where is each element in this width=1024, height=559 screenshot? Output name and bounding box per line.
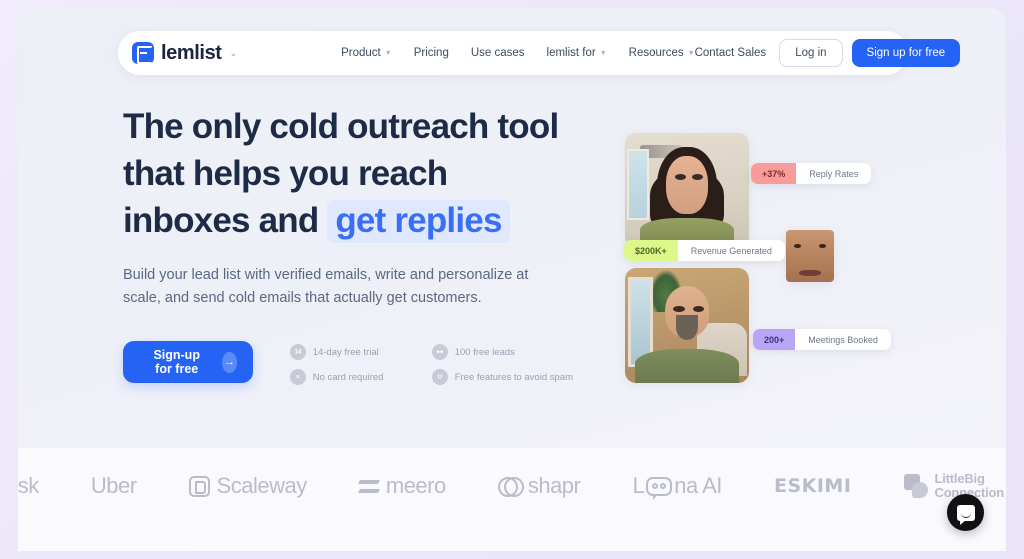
logo-uber: Uber [91, 473, 137, 499]
stat-badge-label: Revenue Generated [690, 245, 772, 256]
stat-badge-label: Meetings Booked [808, 334, 878, 345]
feature-item-antispam: U Free features to avoid spam [431, 369, 573, 385]
leena-bubble-icon [646, 476, 673, 500]
brand-logo[interactable]: lemlist ⌄ [132, 42, 237, 65]
meero-mark-icon [359, 479, 379, 494]
feature-label: 100 free leads [454, 346, 515, 358]
stat-badge-revenue: $200K+ Revenue Generated [624, 240, 785, 261]
logo-zendesk: esk [18, 473, 39, 499]
shield-icon: U [431, 369, 448, 385]
status-badge: 200+ [753, 329, 796, 350]
logo-eskimi: ESKIMI [774, 475, 851, 497]
signup-cta-label: Sign-up for free [153, 348, 200, 376]
hero-cta-row: Sign-up for free → 14 14-day free trial … [123, 341, 573, 385]
nav-item-lemlist-for[interactable]: lemlist for ▼ [547, 47, 607, 59]
logo-littlebig-line1: LittleBig [934, 471, 985, 486]
calendar-icon: 14 [289, 344, 306, 360]
logo-meero: meero [359, 473, 446, 499]
logo-scaleway: Scaleway [188, 473, 308, 499]
nav-item-resources-label: Resources [628, 47, 684, 59]
card-icon: ≡ [289, 369, 306, 385]
shapr-mark-icon [497, 476, 524, 497]
chevron-down-icon: ▼ [687, 49, 695, 57]
feature-label: No card required [312, 371, 384, 383]
hero-media-column: +37% Reply Rates $200K+ Revenue Generate… [603, 126, 933, 386]
contact-sales-link[interactable]: Contact Sales [695, 47, 767, 59]
page-title: The only cold outreach tool that helps y… [123, 103, 573, 244]
logo-eskimi-label: ESKIMI [773, 475, 852, 497]
nav-item-pricing[interactable]: Pricing [414, 47, 449, 59]
feature-label: Free features to avoid spam [454, 371, 573, 383]
logo-scaleway-label: Scaleway [216, 473, 308, 498]
customer-logos: esk Uber Scaleway meero shapr L [18, 472, 1006, 500]
headline-highlight: get replies [327, 200, 510, 243]
nav-item-product-label: Product [341, 47, 381, 59]
status-badge: +37% [751, 163, 797, 184]
nav-links: Product ▼ Pricing Use cases lemlist for … [341, 47, 694, 59]
stat-badge-meetings: 200+ Meetings Booked [753, 329, 891, 350]
chevron-down-icon: ▼ [384, 49, 392, 57]
testimonial-video-thumbnail-1[interactable] [625, 133, 749, 248]
feature-item-leads: ●● 100 free leads [431, 344, 573, 360]
logo-shapr-label: shapr [527, 473, 581, 498]
arrow-right-icon: → [222, 351, 237, 373]
testimonial-video-thumbnail-2[interactable] [625, 268, 749, 383]
browser-page-frame: lemlist ⌄ Product ▼ Pricing Use cases le… [0, 0, 1024, 559]
nav-actions: Contact Sales Log in Sign up for free [695, 39, 961, 67]
stat-badge-label: Reply Rates [809, 168, 859, 179]
hero-feature-list: 14 14-day free trial ●● 100 free leads ≡… [289, 341, 573, 385]
hero-subheading: Build your lead list with verified email… [123, 267, 529, 306]
logo-leena-label: na AI [674, 473, 722, 498]
logo-zendesk-label: esk [18, 473, 39, 498]
feature-label: 14-day free trial [312, 346, 379, 358]
nav-item-use-cases-label: Use cases [470, 47, 525, 59]
lemlist-logo-icon [132, 42, 154, 64]
logo-uber-label: Uber [90, 473, 137, 498]
signup-button[interactable]: Sign up for free [851, 39, 961, 67]
feature-item-trial: 14 14-day free trial [289, 344, 418, 360]
hero-text-column: The only cold outreach tool that helps y… [123, 103, 573, 385]
feature-item-no-card: ≡ No card required [289, 369, 418, 385]
logo-leena-prefix: L [632, 473, 645, 498]
logo-shapr: shapr [497, 473, 581, 499]
users-icon: ●● [431, 344, 448, 360]
chevron-down-icon[interactable]: ⌄ [230, 48, 238, 59]
littlebig-mark-icon [903, 474, 928, 498]
nav-item-use-cases[interactable]: Use cases [471, 47, 525, 59]
navbar: lemlist ⌄ Product ▼ Pricing Use cases le… [118, 31, 961, 75]
nav-item-pricing-label: Pricing [413, 47, 449, 59]
chat-bubble-icon [956, 504, 975, 525]
signup-cta-button[interactable]: Sign-up for free → [123, 341, 253, 383]
nav-item-resources[interactable]: Resources ▼ [629, 47, 695, 59]
chat-widget-button[interactable] [947, 494, 984, 531]
logo-meero-label: meero [385, 473, 446, 498]
nav-item-lemlist-for-label: lemlist for [546, 47, 596, 59]
page-viewport: lemlist ⌄ Product ▼ Pricing Use cases le… [18, 8, 1006, 551]
customer-logo-strip: esk Uber Scaleway meero shapr L [18, 448, 1006, 551]
status-badge: $200K+ [624, 240, 678, 261]
logo-leena-ai: L na AI [632, 473, 722, 500]
testimonial-video-thumbnail-3[interactable] [786, 230, 834, 282]
stat-badge-reply-rates: +37% Reply Rates [751, 163, 872, 184]
leena-eyes-icon [652, 482, 667, 489]
chevron-down-icon: ▼ [599, 49, 607, 57]
scaleway-mark-icon [188, 475, 210, 497]
login-button[interactable]: Log in [779, 39, 843, 67]
brand-name: lemlist [161, 41, 222, 64]
logo-littlebig-connection: LittleBig Connection [903, 471, 1004, 500]
nav-item-product[interactable]: Product ▼ [341, 47, 392, 59]
